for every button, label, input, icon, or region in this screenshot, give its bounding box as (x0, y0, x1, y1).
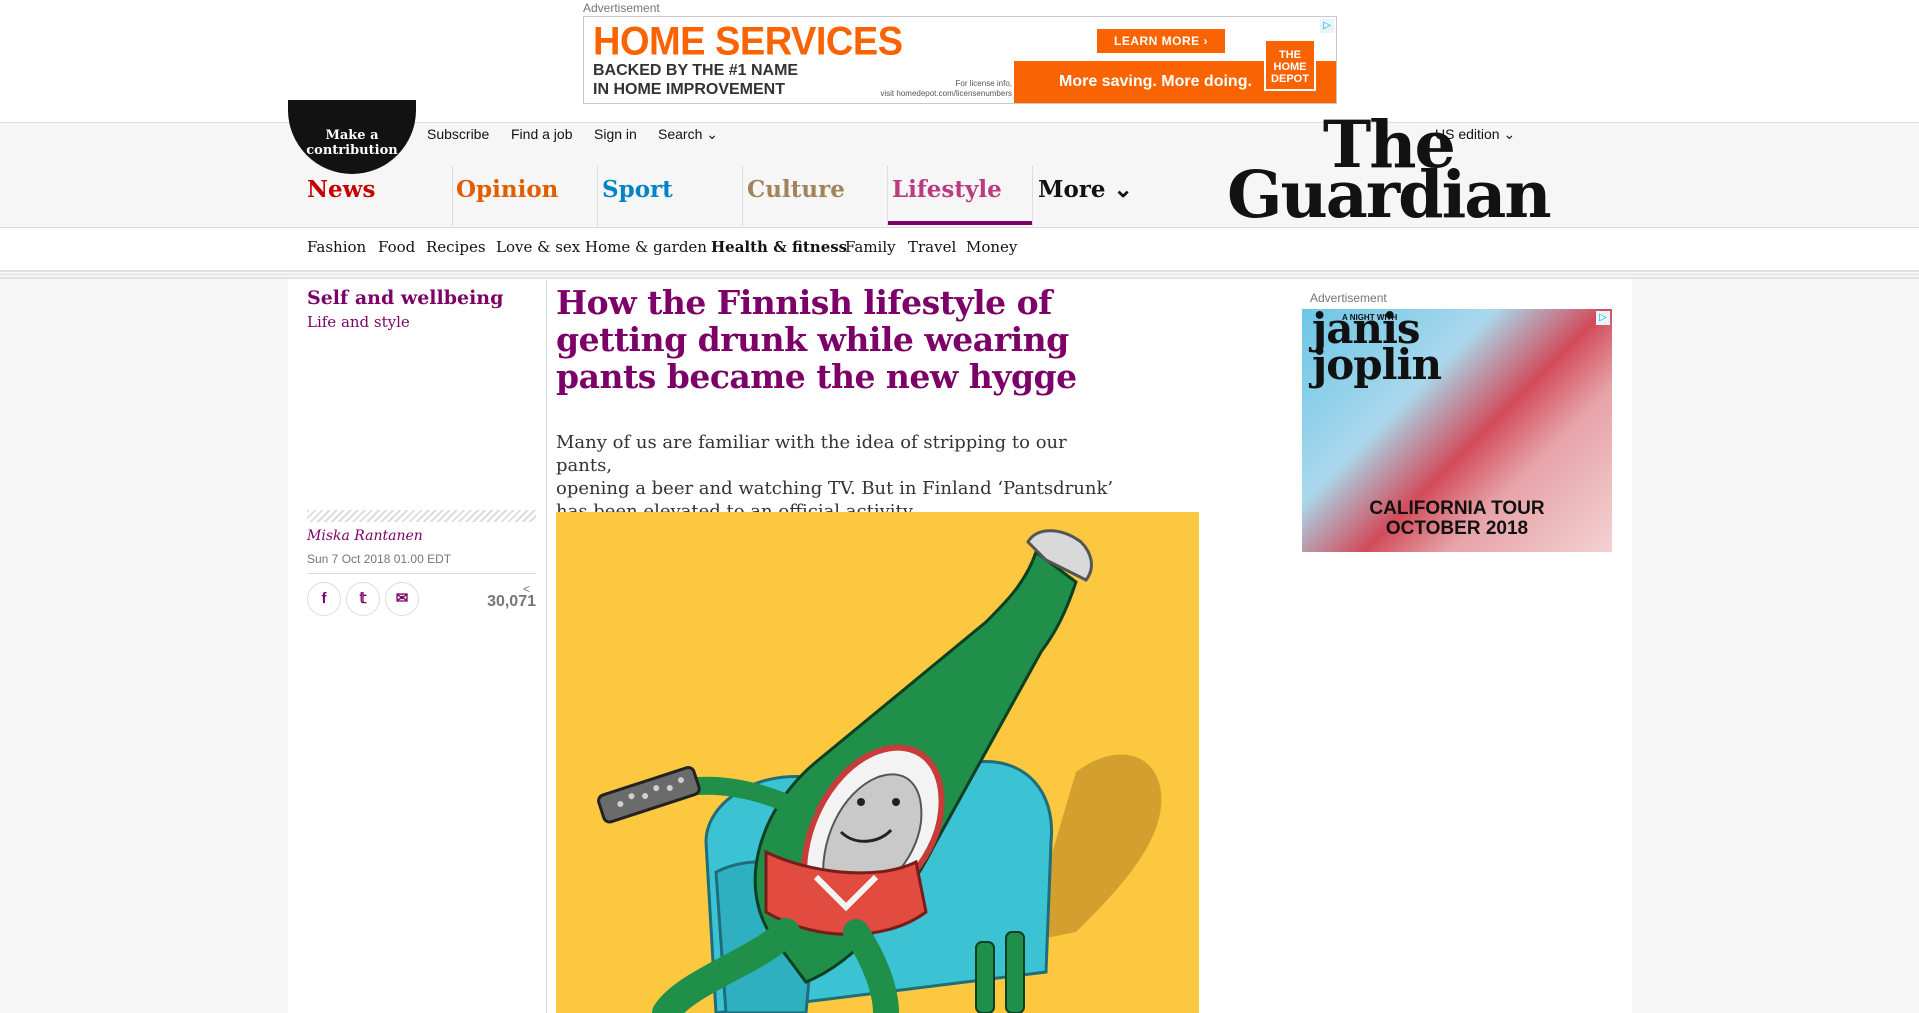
adchoices-icon[interactable]: ▷ (1596, 311, 1610, 325)
pillar-more[interactable]: More ⌄ (1038, 176, 1133, 203)
subnav-family[interactable]: Family (845, 238, 896, 256)
active-pillar-indicator (888, 221, 1032, 225)
pillar-divider (597, 166, 598, 226)
subnav-health-fitness[interactable]: Health & fitness (711, 238, 847, 256)
ad-title: HOME SERVICES (593, 19, 903, 65)
subnav-food[interactable]: Food (378, 238, 415, 256)
subnav-money[interactable]: Money (966, 238, 1017, 256)
side-ad-tour-line1: CALIFORNIA TOUR (1369, 498, 1545, 519)
home-depot-logo: THE HOME DEPOT (1264, 39, 1316, 91)
beer-bottle-armchair-illustration (556, 512, 1199, 1013)
side-ad-label: Advertisement (1310, 291, 1387, 305)
ad-subtitle-line1: BACKED BY THE #1 NAME (593, 62, 799, 79)
ad-tagline: More saving. More doing. (1059, 73, 1252, 90)
top-ad-label: Advertisement (583, 1, 660, 15)
meta-divider (307, 573, 536, 574)
header-rule (0, 271, 1919, 279)
author-byline[interactable]: Miska Rantanen (307, 528, 423, 544)
pillar-opinion[interactable]: Opinion (456, 176, 558, 203)
search-link[interactable]: Search ⌄ (658, 126, 718, 143)
publish-date: Sun 7 Oct 2018 01.00 EDT (307, 552, 452, 566)
side-ad-creative[interactable]: A NIGHT WITH janis joplin CALIFORNIA TOU… (1302, 309, 1612, 552)
site-header (0, 123, 1919, 227)
ad-subtitle: BACKED BY THE #1 NAME IN HOME IMPROVEMEN… (593, 61, 798, 99)
side-ad-tour: CALIFORNIA TOUR OCTOBER 2018 (1302, 499, 1612, 539)
standfirst-line2: opening a beer and watching TV. But in F… (556, 478, 1114, 499)
article-headline: How the Finnish lifestyle of getting dru… (556, 283, 1077, 396)
pillar-divider (452, 166, 453, 226)
pillar-divider (742, 166, 743, 226)
subnav-fashion[interactable]: Fashion (307, 238, 366, 256)
pillar-divider (1032, 166, 1033, 226)
twitter-share-icon[interactable]: 𝕥 (346, 582, 380, 616)
section-label[interactable]: Self and wellbeing (307, 287, 503, 309)
ad-fine-line2: visit homedepot.com/licensenumbers (880, 89, 1012, 98)
subnav-travel[interactable]: Travel (908, 238, 956, 256)
adchoices-icon[interactable]: ▷ (1320, 19, 1334, 33)
column-divider (546, 279, 547, 1013)
side-ad-title: janis joplin (1312, 309, 1442, 389)
hero-illustration[interactable] (556, 512, 1199, 1013)
subnav-love-sex[interactable]: Love & sex (496, 238, 580, 256)
ad-subtitle-line2: IN HOME IMPROVEMENT (593, 81, 786, 98)
ad-learn-more-button[interactable]: LEARN MORE › (1097, 29, 1225, 53)
find-a-job-link[interactable]: Find a job (511, 126, 572, 142)
pillar-culture[interactable]: Culture (747, 176, 845, 203)
pillar-news[interactable]: News (307, 176, 375, 203)
pillar-sport[interactable]: Sport (602, 176, 673, 203)
subnav-recipes[interactable]: Recipes (426, 238, 486, 256)
guardian-logo[interactable]: The Guardian (1227, 113, 1552, 233)
top-ad-banner[interactable]: HOME SERVICES BACKED BY THE #1 NAME IN H… (583, 16, 1337, 104)
side-ad[interactable]: Advertisement A NIGHT WITH janis joplin … (1300, 287, 1612, 553)
standfirst-line1: Many of us are familiar with the idea of… (556, 432, 1067, 476)
subnav-home-garden[interactable]: Home & garden (585, 238, 707, 256)
subsection-label[interactable]: Life and style (307, 313, 410, 331)
ad-fine-print: For license info, visit homedepot.com/li… (812, 79, 1012, 99)
meta-squiggle-divider (307, 510, 536, 522)
ad-fine-line1: For license info, (955, 79, 1012, 88)
subscribe-link[interactable]: Subscribe (427, 126, 489, 142)
article-standfirst: Many of us are familiar with the idea of… (556, 431, 1116, 523)
sign-in-link[interactable]: Sign in (594, 126, 637, 142)
side-ad-title-line2: joplin (1312, 340, 1442, 389)
logo-line2: Guardian (1227, 157, 1552, 233)
side-ad-tour-line2: OCTOBER 2018 (1385, 518, 1529, 539)
pillar-lifestyle[interactable]: Lifestyle (892, 176, 1002, 203)
facebook-share-icon[interactable]: f (307, 582, 341, 616)
share-count: 30,071 (487, 593, 536, 610)
email-share-icon[interactable]: ✉ (385, 582, 419, 616)
pillar-divider (887, 166, 888, 226)
subnav-bar (0, 227, 1919, 271)
